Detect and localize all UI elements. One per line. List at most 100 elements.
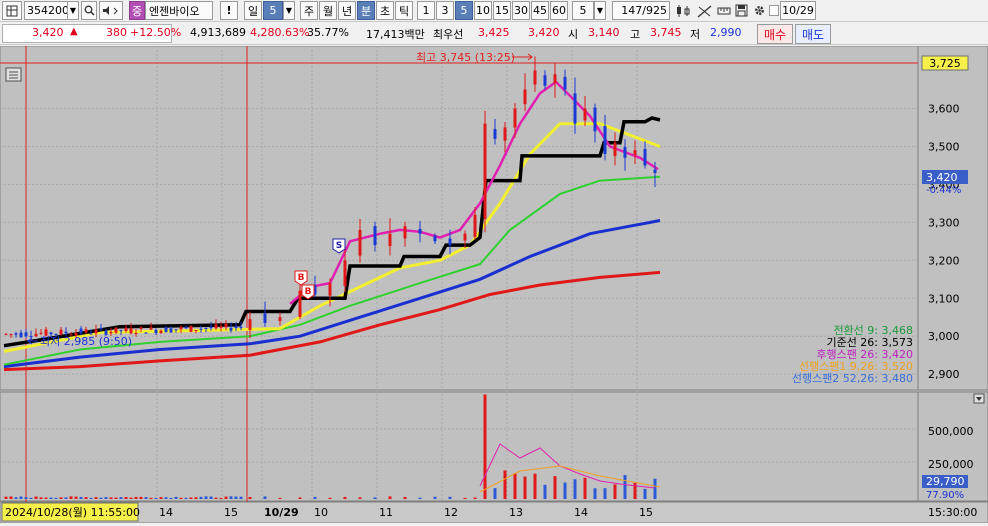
volume-bar	[603, 488, 607, 499]
candle-up	[503, 127, 507, 141]
candle-up	[403, 226, 407, 239]
cursor-time: 2024/10/28(월) 11:55:00	[5, 506, 140, 519]
period-month-button[interactable]: 월	[319, 1, 337, 20]
volume-bar	[59, 497, 63, 499]
alert-button[interactable]: !	[220, 1, 238, 20]
sell-button[interactable]: 매도	[795, 24, 831, 44]
best-ask: 3,420	[528, 26, 560, 39]
volume-bar	[224, 496, 228, 499]
candle-down	[433, 235, 437, 242]
candle-up	[328, 283, 332, 296]
candle-up	[513, 108, 517, 128]
speaker-icon[interactable]	[99, 1, 123, 20]
candle-down	[79, 328, 83, 334]
interval-15-button[interactable]: 15	[493, 1, 511, 20]
candle-down	[263, 313, 267, 323]
time-axis-label: 15	[639, 506, 653, 519]
buy-button[interactable]: 매수	[757, 24, 793, 44]
interval-45-button[interactable]: 45	[531, 1, 549, 20]
period-second-button[interactable]: 초	[376, 1, 394, 20]
interval-1-button[interactable]: 1	[417, 1, 435, 20]
candle-up	[149, 327, 153, 330]
chart-area[interactable]: BB S 최고 3,745 (13:25) 최저 2,985 (9:50) 3,6…	[0, 45, 988, 524]
quote-info-row: 3,420 ▲ 380 +12.50% 4,913,689 4,280.63% …	[0, 23, 988, 45]
bar-count-field[interactable]: 147/925	[612, 1, 670, 20]
count-dropdown-icon[interactable]: ▼	[594, 1, 606, 20]
period-minute-value[interactable]: 5	[263, 1, 283, 20]
interval-10-button[interactable]: 10	[474, 1, 492, 20]
candle-up	[278, 317, 282, 321]
volume-bar	[503, 470, 507, 499]
candle-up	[139, 327, 143, 329]
price-tick-label: 3,000	[928, 330, 960, 343]
candle-down	[49, 332, 53, 335]
time-axis-label: 11	[379, 506, 393, 519]
candle-down	[174, 329, 178, 331]
volume-bar	[84, 497, 88, 499]
gear-icon[interactable]	[751, 1, 767, 20]
volume-bar	[184, 497, 188, 499]
grid-menu-icon[interactable]	[2, 1, 22, 20]
price-tick-label: 3,600	[928, 103, 960, 116]
time-axis-label: 14	[159, 506, 173, 519]
candle-up	[224, 323, 228, 328]
ruler-icon[interactable]	[716, 1, 732, 20]
volume-bar	[388, 496, 392, 499]
volume-bar	[144, 497, 148, 499]
current-price-tag-text: 3,420	[926, 171, 958, 184]
save-icon[interactable]	[733, 1, 749, 20]
volume-bar	[19, 496, 23, 499]
time-axis-label: 15	[224, 506, 238, 519]
interval-5-button[interactable]: 5	[455, 1, 473, 20]
volume-bar	[149, 497, 153, 499]
volume-bar	[94, 497, 98, 499]
stock-code-input[interactable]: 354200	[24, 1, 69, 20]
period-tick-button[interactable]: 틱	[395, 1, 413, 20]
volume-bar	[234, 496, 238, 499]
candle-up	[39, 332, 43, 334]
volume-bar	[493, 488, 497, 499]
candle-up	[189, 325, 193, 332]
candle-up	[523, 89, 527, 105]
candle-up	[9, 334, 13, 336]
interval-30-button[interactable]: 30	[512, 1, 530, 20]
candle-up	[613, 142, 617, 156]
candle-up	[159, 330, 163, 333]
volume-bar	[159, 497, 163, 499]
interval-3-button[interactable]: 3	[436, 1, 454, 20]
volume-bar	[154, 497, 158, 499]
candle-down	[543, 75, 547, 86]
code-dropdown-icon[interactable]: ▼	[67, 1, 79, 20]
candle-down	[593, 107, 597, 132]
volume-bar	[513, 473, 517, 499]
drawing-tool-icon[interactable]	[696, 1, 714, 20]
candle-up	[483, 123, 487, 220]
candle-settings-icon[interactable]	[674, 1, 694, 20]
candle-down	[229, 327, 233, 331]
count-select[interactable]: 5	[572, 1, 594, 20]
candle-down	[169, 328, 173, 333]
period-minute-button[interactable]: 분	[357, 1, 375, 20]
volume-bar	[69, 496, 73, 499]
date-field[interactable]: 10/29	[780, 1, 816, 20]
signal-letter: B	[305, 287, 312, 297]
volume-bar	[49, 497, 53, 499]
volume-bar	[623, 475, 627, 499]
volume-bar	[194, 497, 198, 499]
search-icon[interactable]	[81, 1, 97, 20]
period-dropdown-icon[interactable]: ▼	[283, 1, 295, 20]
price-volume-chart[interactable]: BB S 최고 3,745 (13:25) 최저 2,985 (9:50) 3,6…	[0, 45, 988, 524]
volume-bar	[164, 497, 168, 499]
period-year-button[interactable]: 년	[338, 1, 356, 20]
volume-bar	[24, 497, 28, 499]
candle-down	[239, 327, 243, 329]
period-day-button[interactable]: 일	[244, 1, 262, 20]
interval-60-button[interactable]: 60	[550, 1, 568, 20]
date-checkbox[interactable]	[769, 5, 779, 16]
candle-down	[448, 238, 452, 246]
stock-name-field[interactable]: 엔젠바이오	[145, 1, 213, 20]
volume-bar	[114, 497, 118, 499]
volume-bar	[89, 497, 93, 499]
period-week-button[interactable]: 주	[300, 1, 318, 20]
price-tick-label: 2,900	[928, 368, 960, 381]
